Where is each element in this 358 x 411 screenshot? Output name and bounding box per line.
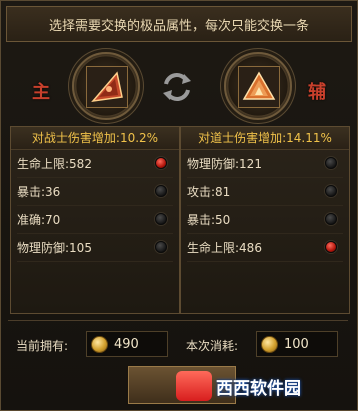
gold-coin-icon — [261, 335, 278, 353]
aux-equipment-slot[interactable] — [224, 52, 292, 120]
attribute-row[interactable]: 物理防御:121 — [187, 150, 343, 178]
attribute-row[interactable]: 物理防御:105 — [17, 234, 173, 262]
attribute-label: 攻击:81 — [187, 185, 231, 199]
attribute-label: 物理防御:121 — [187, 157, 262, 171]
attribute-label: 生命上限:582 — [17, 157, 92, 171]
red-gem-icon — [86, 66, 128, 108]
aux-label: 辅 — [308, 82, 326, 103]
divider — [8, 320, 348, 321]
watermark-logo-icon — [176, 371, 212, 401]
cost-label: 本次消耗: — [186, 339, 239, 353]
attribute-label: 暴击:36 — [17, 185, 61, 199]
owned-label: 当前拥有: — [16, 339, 69, 353]
radio-button[interactable] — [155, 241, 167, 253]
radio-button[interactable] — [325, 157, 337, 169]
attribute-row[interactable]: 攻击:81 — [187, 178, 343, 206]
main-label: 主 — [32, 82, 50, 103]
gold-coin-icon — [91, 335, 108, 353]
cost-value: 100 — [284, 336, 309, 352]
radio-button[interactable] — [325, 241, 337, 253]
radio-button[interactable] — [155, 157, 167, 169]
attribute-row[interactable]: 准确:70 — [17, 206, 173, 234]
watermark: 西西软件园 — [176, 366, 356, 406]
radio-button[interactable] — [325, 185, 337, 197]
attribute-label: 暴击:50 — [187, 213, 231, 227]
attribute-row[interactable]: 暴击:36 — [17, 178, 173, 206]
instruction-banner: 选择需要交换的极品属性，每次只能交换一条 — [6, 6, 352, 42]
aux-attribute-panel: 对道士伤害增加:14.11% 物理防御:121 攻击:81 暴击:50 生命上限… — [180, 126, 350, 314]
owned-value: 490 — [114, 336, 139, 352]
main-equipment-slot[interactable] — [72, 52, 140, 120]
swap-arrows-icon — [160, 70, 194, 104]
owned-amount: 490 — [86, 331, 168, 357]
radio-button[interactable] — [325, 213, 337, 225]
main-panel-title: 对战士伤害增加:10.2% — [11, 127, 179, 150]
radio-button[interactable] — [155, 185, 167, 197]
cost-amount: 100 — [256, 331, 338, 357]
watermark-text: 西西软件园 — [216, 378, 301, 399]
attribute-label: 物理防御:105 — [17, 241, 92, 255]
attribute-row[interactable]: 暴击:50 — [187, 206, 343, 234]
main-attribute-panel: 对战士伤害增加:10.2% 生命上限:582 暴击:36 准确:70 物理防御:… — [10, 126, 180, 314]
attribute-label: 生命上限:486 — [187, 241, 262, 255]
attribute-row[interactable]: 生命上限:582 — [17, 150, 173, 178]
aux-panel-title: 对道士伤害增加:14.11% — [181, 127, 349, 150]
attribute-label: 准确:70 — [17, 213, 61, 227]
orange-gem-icon — [238, 66, 280, 108]
instruction-text: 选择需要交换的极品属性，每次只能交换一条 — [48, 18, 309, 34]
attribute-row[interactable]: 生命上限:486 — [187, 234, 343, 262]
radio-button[interactable] — [155, 213, 167, 225]
